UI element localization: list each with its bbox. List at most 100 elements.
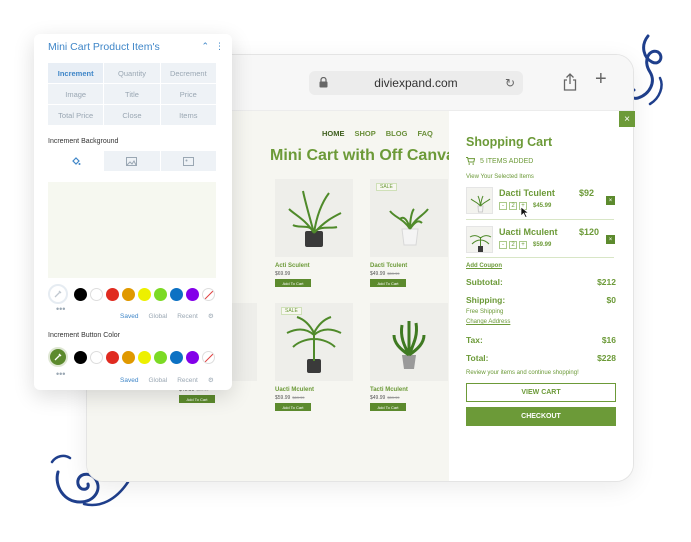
quantity-value[interactable]: 2: [509, 202, 517, 210]
cart-count-text: 5 ITEMS ADDED: [480, 157, 534, 165]
recent-tab[interactable]: Recent: [177, 377, 198, 384]
swatch-orange[interactable]: [122, 287, 135, 301]
tab-total-price[interactable]: Total Price: [48, 105, 104, 125]
product-image[interactable]: [275, 179, 353, 257]
cart-item-name[interactable]: Dacti Tculent: [499, 188, 555, 198]
product-name[interactable]: Uacti Mculent: [275, 387, 353, 393]
more-dots-icon[interactable]: •••: [56, 305, 65, 314]
address-bar[interactable]: diviexpand.com ↻: [309, 71, 523, 95]
swatch-footer: Saved Global Recent ⚙: [120, 312, 214, 321]
add-to-cart-button[interactable]: Add To Cart: [275, 403, 311, 411]
new-tab-icon[interactable]: +: [595, 69, 607, 89]
swatch-purple[interactable]: [186, 350, 199, 364]
product-name[interactable]: Tacti Mculent: [370, 387, 448, 393]
swatch-black[interactable]: [74, 287, 87, 301]
remove-item-button[interactable]: ×: [606, 235, 615, 244]
settings-tabs: Increment Quantity Decrement Image Title…: [48, 63, 216, 125]
recent-tab[interactable]: Recent: [177, 313, 198, 320]
swatch-green[interactable]: [154, 350, 167, 364]
settings-title: Mini Cart Product Item's: [48, 41, 160, 53]
swatch-black[interactable]: [74, 350, 87, 364]
color-picker-button[interactable]: [48, 284, 68, 304]
swatch-white[interactable]: [90, 287, 103, 301]
chevron-up-icon[interactable]: ⌃: [201, 41, 209, 52]
tab-title[interactable]: Title: [104, 84, 160, 104]
swatch-blue[interactable]: [170, 287, 183, 301]
tab-image[interactable]: Image: [48, 84, 104, 104]
color-swatches: [48, 347, 215, 367]
gear-icon[interactable]: ⚙: [208, 312, 214, 320]
increment-button[interactable]: +: [519, 241, 527, 249]
quantity-value[interactable]: 2: [509, 241, 517, 249]
color-picker-button[interactable]: [48, 347, 68, 367]
subtotal-row: Subtotal: $212: [466, 277, 616, 287]
product-price: $49.99$59.99: [370, 395, 400, 401]
tab-items[interactable]: Items: [160, 105, 216, 125]
more-options-icon[interactable]: ⋮: [215, 41, 224, 52]
swatch-footer: Saved Global Recent ⚙: [120, 376, 214, 385]
image-icon: [126, 156, 138, 166]
remove-item-button[interactable]: ×: [606, 196, 615, 205]
product-image[interactable]: [370, 303, 448, 381]
product-name[interactable]: Acti Sculent: [275, 263, 353, 269]
add-to-cart-button[interactable]: Add To Cart: [370, 403, 406, 411]
tab-price[interactable]: Price: [160, 84, 216, 104]
swatch-none[interactable]: [202, 350, 215, 364]
product-image[interactable]: SALE: [275, 303, 353, 381]
view-cart-button[interactable]: VIEW CART: [466, 383, 616, 402]
color-fill-tab[interactable]: [48, 151, 104, 171]
cart-item-price: $92: [579, 188, 595, 198]
saved-tab[interactable]: Saved: [120, 313, 138, 320]
swatch-yellow[interactable]: [138, 287, 151, 301]
product-name[interactable]: Dacti Tculent: [370, 263, 448, 269]
nav-home[interactable]: HOME: [322, 129, 345, 138]
swatch-green[interactable]: [154, 287, 167, 301]
product-image[interactable]: SALE: [370, 179, 448, 257]
cart-count: 5 ITEMS ADDED: [466, 157, 533, 165]
shipping-value: $0: [606, 295, 616, 305]
gradient-tab[interactable]: [104, 151, 160, 171]
tab-close[interactable]: Close: [104, 105, 160, 125]
add-coupon-link[interactable]: Add Coupon: [466, 263, 502, 269]
swatch-blue[interactable]: [170, 350, 183, 364]
shipping-row: Shipping: $0: [466, 295, 616, 305]
product-card[interactable]: SALE Uacti Mculent $59.99 $69.99 Add To C…: [275, 303, 353, 411]
nav-blog[interactable]: BLOG: [386, 129, 408, 138]
nav-shop[interactable]: SHOP: [355, 129, 376, 138]
checkout-button[interactable]: CHECKOUT: [466, 407, 616, 426]
add-to-cart-button[interactable]: Add To Cart: [370, 279, 406, 287]
gear-icon[interactable]: ⚙: [208, 376, 214, 384]
product-card[interactable]: Acti Sculent $69.99 Add To Cart: [275, 179, 353, 287]
add-to-cart-button[interactable]: Add To Cart: [179, 395, 215, 403]
add-to-cart-button[interactable]: Add To Cart: [275, 279, 311, 287]
total-row: Total: $228: [466, 353, 616, 363]
tab-quantity[interactable]: Quantity: [104, 63, 160, 83]
swatch-yellow[interactable]: [138, 350, 151, 364]
decrement-button[interactable]: -: [499, 202, 507, 210]
cart-item-name[interactable]: Uacti Mculent: [499, 227, 558, 237]
share-icon[interactable]: [563, 73, 577, 91]
product-card[interactable]: Tacti Mculent $49.99 $59.99 Add To Cart: [370, 303, 448, 411]
settings-header-icons: ⌃ ⋮: [201, 41, 224, 52]
more-dots-icon[interactable]: •••: [56, 370, 65, 379]
swatch-none[interactable]: [202, 287, 215, 301]
swatch-purple[interactable]: [186, 287, 199, 301]
swatch-white[interactable]: [90, 350, 103, 364]
saved-tab[interactable]: Saved: [120, 377, 138, 384]
reload-icon[interactable]: ↻: [505, 76, 515, 90]
swatch-orange[interactable]: [122, 350, 135, 364]
global-tab[interactable]: Global: [148, 377, 167, 384]
swatch-red[interactable]: [106, 287, 119, 301]
global-tab[interactable]: Global: [148, 313, 167, 320]
close-cart-button[interactable]: ×: [619, 111, 635, 127]
nav-faq[interactable]: FAQ: [417, 129, 432, 138]
view-selected-items-link[interactable]: View Your Selected Items: [466, 174, 534, 180]
product-card[interactable]: SALE Dacti Tculent $49.99 $59.99 Add To C…: [370, 179, 448, 287]
tab-increment[interactable]: Increment: [48, 63, 104, 83]
decrement-button[interactable]: -: [499, 241, 507, 249]
image-tab[interactable]: [160, 151, 216, 171]
tax-label: Tax:: [466, 335, 483, 345]
tab-decrement[interactable]: Decrement: [160, 63, 216, 83]
swatch-red[interactable]: [106, 350, 119, 364]
change-address-link[interactable]: Change Address: [466, 319, 510, 325]
